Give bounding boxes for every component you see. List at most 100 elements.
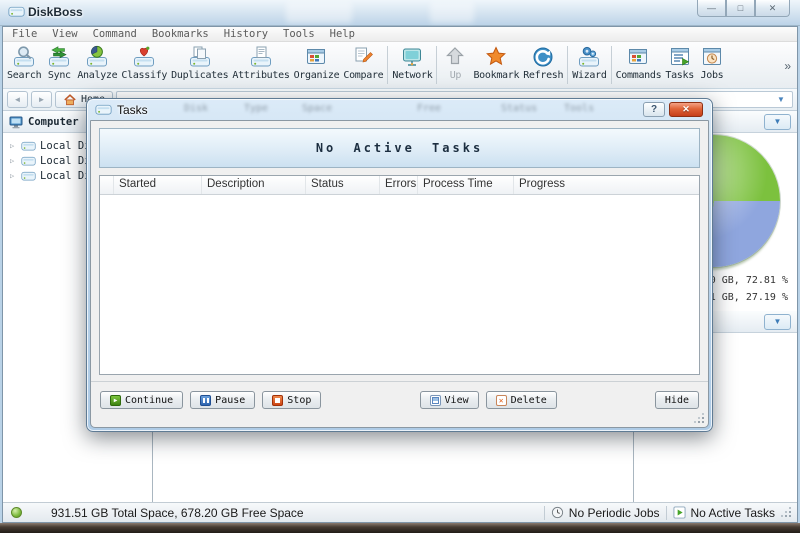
menu-bar: File View Command Bookmarks History Tool… <box>3 27 797 42</box>
menu-help[interactable]: Help <box>330 28 355 40</box>
stop-button[interactable]: Stop <box>262 391 321 409</box>
toolbar-separator <box>611 46 612 84</box>
toolbar-button-tasks[interactable]: Tasks <box>663 43 696 81</box>
toolbar-button-analyze[interactable]: Analyze <box>75 43 119 81</box>
delete-x-icon: ✕ <box>496 395 507 406</box>
toolbar-button-attributes[interactable]: Attributes <box>230 43 291 81</box>
ghost-column-free: Free <box>417 103 441 114</box>
toolbar-button-network[interactable]: Network <box>390 43 434 81</box>
dialog-title: Tasks <box>117 103 148 117</box>
dialog-drive-icon <box>95 103 112 116</box>
network-icon <box>400 45 424 69</box>
pause-icon <box>200 395 211 406</box>
column-process-time[interactable]: Process Time <box>418 176 514 194</box>
compare-icon <box>351 45 375 69</box>
periodic-jobs-status[interactable]: No Periodic Jobs <box>551 506 660 520</box>
menu-view[interactable]: View <box>52 28 77 40</box>
toolbar-overflow-chevron[interactable]: » <box>784 59 795 73</box>
menu-history[interactable]: History <box>224 28 268 40</box>
tasks-dialog-titlebar[interactable]: Tasks Disk Type Space Free Status Tools … <box>87 99 712 120</box>
window-controls: — □ ✕ <box>697 0 790 17</box>
stop-icon <box>272 395 283 406</box>
background-window-ghost <box>430 2 474 23</box>
dialog-close-button[interactable]: ✕ <box>669 102 703 117</box>
statusbar-separator <box>544 506 545 520</box>
column-progress[interactable]: Progress <box>514 176 699 194</box>
toolbar-button-commands[interactable]: Commands <box>614 43 664 81</box>
commands-icon <box>626 45 650 69</box>
delete-button[interactable]: ✕ Delete <box>486 391 557 409</box>
back-button[interactable]: ◄ <box>7 91 28 108</box>
column-status[interactable]: Status <box>306 176 380 194</box>
ghost-column-space: Space <box>302 103 332 114</box>
analyze-icon <box>85 45 109 69</box>
continue-play-icon: ▶ <box>110 395 121 406</box>
expander-icon[interactable]: ▷ <box>10 172 17 180</box>
dialog-buttons-row: ▶ Continue Pause Stop View ✕ <box>100 391 699 409</box>
jobs-icon <box>700 45 724 69</box>
computer-icon <box>9 115 23 129</box>
toolbar-button-bookmark[interactable]: Bookmark <box>471 43 521 81</box>
hide-button[interactable]: Hide <box>655 391 699 409</box>
tasks-table[interactable]: Started Description Status Errors Proces… <box>99 175 700 375</box>
ghost-column-type: Type <box>244 103 268 114</box>
menu-bookmarks[interactable]: Bookmarks <box>152 28 209 40</box>
toolbar-button-jobs[interactable]: Jobs <box>696 43 728 81</box>
close-button[interactable]: ✕ <box>755 0 790 17</box>
column-errors[interactable]: Errors <box>380 176 418 194</box>
toolbar-button-duplicates[interactable]: Duplicates <box>169 43 230 81</box>
sync-icon <box>47 45 71 69</box>
toolbar-button-organize[interactable]: Organize <box>292 43 342 81</box>
statusbar-separator <box>666 506 667 520</box>
play-icon <box>673 506 686 519</box>
view-icon <box>430 395 441 406</box>
toolbar-button-sync[interactable]: Sync <box>43 43 75 81</box>
table-header-spacer <box>100 176 114 194</box>
drive-icon <box>21 140 36 152</box>
tasks-table-header: Started Description Status Errors Proces… <box>100 176 699 195</box>
minimize-button[interactable]: — <box>697 0 726 17</box>
forward-button[interactable]: ► <box>31 91 52 108</box>
clock-icon <box>551 506 564 519</box>
resize-grip[interactable] <box>781 508 791 518</box>
toolbar-button-search[interactable]: Search <box>5 43 43 81</box>
toolbar-button-compare[interactable]: Compare <box>341 43 385 81</box>
background-window-ghost <box>286 2 352 23</box>
address-dropdown-button[interactable]: ▼ <box>770 92 792 107</box>
window-title: DiskBoss <box>28 5 83 19</box>
dialog-help-button[interactable]: ? <box>643 102 665 117</box>
column-started[interactable]: Started <box>114 176 202 194</box>
attributes-icon <box>249 45 273 69</box>
disk-space-status: 931.51 GB Total Space, 678.20 GB Free Sp… <box>51 506 304 520</box>
diskboss-window: DiskBoss — □ ✕ File View Command Bookmar… <box>0 0 800 533</box>
pause-button[interactable]: Pause <box>190 391 255 409</box>
active-tasks-status[interactable]: No Active Tasks <box>673 506 775 520</box>
menu-tools[interactable]: Tools <box>283 28 315 40</box>
view-button[interactable]: View <box>420 391 479 409</box>
window-bottom-frame <box>0 523 800 533</box>
menu-command[interactable]: Command <box>93 28 137 40</box>
status-led-icon <box>11 507 22 518</box>
ghost-column-tools: Tools <box>564 103 594 114</box>
wizard-icon <box>577 45 601 69</box>
up-arrow-icon <box>443 45 467 69</box>
drive-icon <box>21 155 36 167</box>
column-description[interactable]: Description <box>202 176 306 194</box>
menu-file[interactable]: File <box>12 28 37 40</box>
tasks-dialog-body: No Active Tasks Started Description Stat… <box>90 120 709 428</box>
continue-button[interactable]: ▶ Continue <box>100 391 183 409</box>
panel-dropdown-button[interactable]: ▼ <box>764 314 791 330</box>
maximize-button[interactable]: □ <box>726 0 755 17</box>
toolbar-button-classify[interactable]: Classify <box>119 43 169 81</box>
panel-dropdown-button[interactable]: ▼ <box>764 114 791 130</box>
window-titlebar[interactable]: DiskBoss — □ ✕ <box>0 0 800 26</box>
toolbar-button-refresh[interactable]: Refresh <box>521 43 565 81</box>
dialog-separator <box>91 381 708 382</box>
dialog-resize-grip[interactable] <box>692 411 704 423</box>
toolbar-button-up[interactable]: Up <box>439 43 471 81</box>
toolbar-separator <box>436 46 437 84</box>
expander-icon[interactable]: ▷ <box>10 142 17 150</box>
toolbar-button-wizard[interactable]: Wizard <box>570 43 608 81</box>
classify-icon <box>132 45 156 69</box>
expander-icon[interactable]: ▷ <box>10 157 17 165</box>
